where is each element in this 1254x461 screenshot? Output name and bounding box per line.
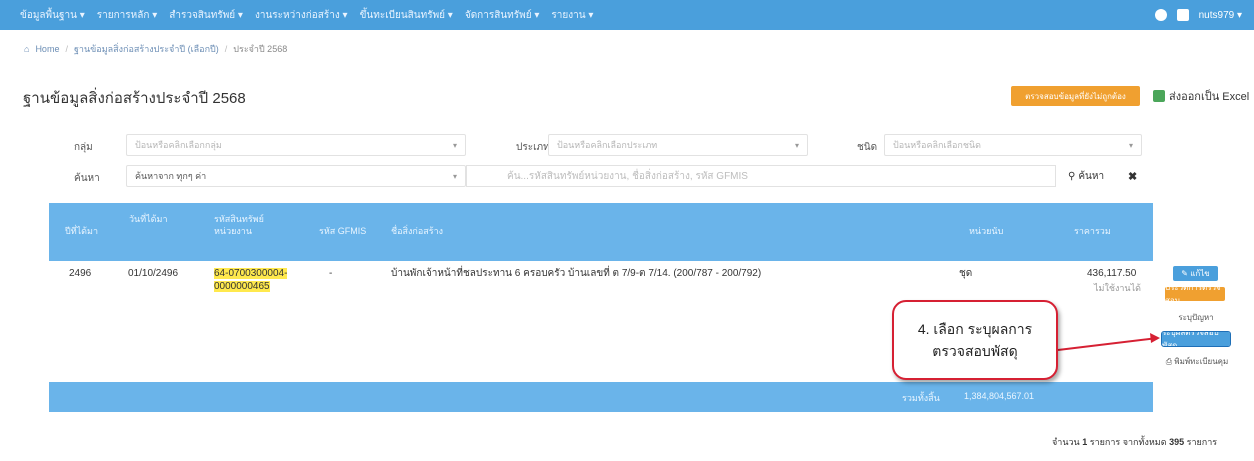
nav-menu: ข้อมูลพื้นฐาน ▾ รายการหลัก ▾ สำรวจสินทรั… (20, 8, 605, 23)
cell-gfmis: - (329, 268, 333, 279)
print-register-link[interactable]: ⎙ พิมพ์ทะเบียนคุม (1161, 355, 1233, 367)
cell-name: บ้านพักเจ้าหน้าที่ชลประทาน 6 ครอบครัว บ้… (391, 268, 762, 279)
search-button-label: ค้นหา (1078, 170, 1105, 182)
nav-item-asset-survey[interactable]: สำรวจสินทรัพย์ ▾ (169, 8, 243, 23)
asset-code-line1: 64-0700300004- (214, 268, 288, 279)
col-header-asset-code[interactable]: รหัสสินทรัพย์หน่วยงาน (214, 213, 284, 237)
col-header-name[interactable]: ชื่อสิ่งก่อสร้าง (391, 225, 443, 237)
kind-select[interactable]: ป้อนหรือคลิกเลือกชนิด ▾ (884, 134, 1142, 156)
nav-item-construction[interactable]: งานระหว่างก่อสร้าง ▾ (255, 8, 348, 23)
callout-line-1: 4. เลือก ระบุผลการ (917, 321, 1033, 337)
chevron-down-icon: ▾ (452, 172, 457, 181)
nav-item-asset-manage[interactable]: จัดการสินทรัพย์ ▾ (465, 8, 540, 23)
nav-item-asset-register[interactable]: ขึ้นทะเบียนสินทรัพย์ ▾ (360, 8, 453, 23)
record-count-suffix: รายการ (1186, 437, 1218, 447)
top-navbar: ข้อมูลพื้นฐาน ▾ รายการหลัก ▾ สำรวจสินทรั… (0, 0, 1254, 30)
cell-unit: ชุด (959, 268, 973, 279)
record-count-total: 395 (1169, 437, 1185, 447)
apps-grid-icon[interactable] (1176, 9, 1189, 21)
table-header: ปีที่ได้มา วันที่ได้มา รหัสสินทรัพย์หน่ว… (49, 203, 1153, 261)
search-icon: ⚲ (1068, 170, 1076, 182)
user-icon[interactable] (1154, 9, 1167, 21)
search-scope-value: ค้นหาจาก ทุกๆ ค่า (135, 171, 207, 181)
cell-price: 436,117.50 (1087, 268, 1137, 279)
cell-year: 2496 (69, 268, 92, 279)
instruction-callout: 4. เลือก ระบุผลการ ตรวจสอบพัสดุ (892, 300, 1058, 380)
breadcrumb-parent[interactable]: ฐานข้อมูลสิ่งก่อสร้างประจำปี (เลือกปี) (74, 42, 219, 56)
nav-item-basic-data[interactable]: ข้อมูลพื้นฐาน ▾ (20, 8, 85, 23)
total-label: รวมทั้งสิ้น (902, 393, 940, 403)
col-header-price[interactable]: ราคารวม (1074, 225, 1111, 237)
chevron-down-icon: ▾ (1128, 141, 1133, 150)
check-invalid-data-button[interactable]: ตรวจสอบข้อมูลที่ยังไม่ถูกต้อง (1011, 86, 1140, 106)
group-placeholder: ป้อนหรือคลิกเลือกกลุ่ม (135, 140, 222, 150)
record-count-prefix: จำนวน (1052, 437, 1080, 447)
export-excel-label: ส่งออกเป็น Excel (1169, 91, 1250, 103)
group-label: กลุ่ม (74, 142, 93, 153)
callout-line-2: ตรวจสอบพัสดุ (932, 343, 1018, 359)
breadcrumb-home[interactable]: Home (35, 44, 59, 54)
total-value: 1,384,804,567.01 (964, 391, 1035, 401)
report-problem-link[interactable]: ระบุปัญหา (1175, 311, 1217, 323)
col-header-gfmis[interactable]: รหัส GFMIS (319, 225, 366, 237)
excel-icon (1153, 90, 1165, 102)
breadcrumb: ⌂ Home / ฐานข้อมูลสิ่งก่อสร้างประจำปี (เ… (24, 38, 293, 60)
kind-placeholder: ป้อนหรือคลิกเลือกชนิด (893, 140, 981, 150)
page-title: ฐานข้อมูลสิ่งก่อสร้างประจำปี 2568 (23, 90, 246, 107)
record-count-shown: 1 (1082, 437, 1088, 447)
record-count: จำนวน 1 รายการ จากทั้งหมด 395 รายการ (1052, 435, 1217, 449)
home-icon: ⌂ (24, 44, 30, 54)
search-button[interactable]: ⚲ ค้นหา (1068, 165, 1104, 187)
col-header-unit[interactable]: หน่วยนับ (969, 225, 1003, 237)
breadcrumb-separator: / (224, 44, 228, 54)
type-label: ประเภท (516, 142, 550, 153)
nav-item-main-list[interactable]: รายการหลัก ▾ (97, 8, 157, 23)
chevron-down-icon: ▾ (794, 141, 799, 150)
kind-label: ชนิด (857, 142, 878, 153)
username-menu[interactable]: nuts979 ▾ (1199, 10, 1242, 21)
record-count-middle: รายการ จากทั้งหมด (1089, 437, 1167, 447)
search-input[interactable]: ค้น...รหัสสินทรัพย์หน่วยงาน, ชื่อสิ่งก่อ… (466, 165, 1056, 187)
nav-right: nuts979 ▾ (1145, 0, 1242, 30)
record-inspection-result-button[interactable]: ระบุผลตรวจสอบพัสดุ (1161, 328, 1231, 350)
search-scope-select[interactable]: ค้นหาจาก ทุกๆ ค่า ▾ (126, 165, 466, 187)
clear-search-button[interactable]: ✖ (1128, 165, 1137, 187)
group-select[interactable]: ป้อนหรือคลิกเลือกกลุ่ม ▾ (126, 134, 466, 156)
breadcrumb-separator: / (65, 44, 68, 54)
col-header-year[interactable]: ปีที่ได้มา (65, 225, 98, 237)
type-placeholder: ป้อนหรือคลิกเลือกประเภท (557, 140, 658, 150)
asset-code-line2: 0000000465 (214, 281, 270, 292)
inspection-history-button[interactable]: ประวัติการตรวจสอบ (1165, 283, 1225, 305)
nav-item-reports[interactable]: รายงาน ▾ (551, 8, 593, 23)
cell-status: ไม่ใช้งานได้ (1094, 283, 1141, 293)
cell-date: 01/10/2496 (128, 268, 179, 279)
search-label: ค้นหา (74, 173, 100, 184)
type-select[interactable]: ป้อนหรือคลิกเลือกประเภท ▾ (548, 134, 808, 156)
edit-button[interactable]: ✎ แก้ไข (1173, 266, 1218, 281)
chevron-down-icon: ▾ (452, 141, 457, 150)
table-footer: รวมทั้งสิ้น 1,384,804,567.01 (49, 382, 1153, 412)
breadcrumb-current: ประจำปี 2568 (233, 44, 288, 54)
cell-asset-code[interactable]: 64-0700300004- 0000000465 (214, 267, 288, 293)
col-header-date[interactable]: วันที่ได้มา (129, 213, 169, 225)
export-excel-button[interactable]: ส่งออกเป็น Excel (1153, 86, 1249, 106)
